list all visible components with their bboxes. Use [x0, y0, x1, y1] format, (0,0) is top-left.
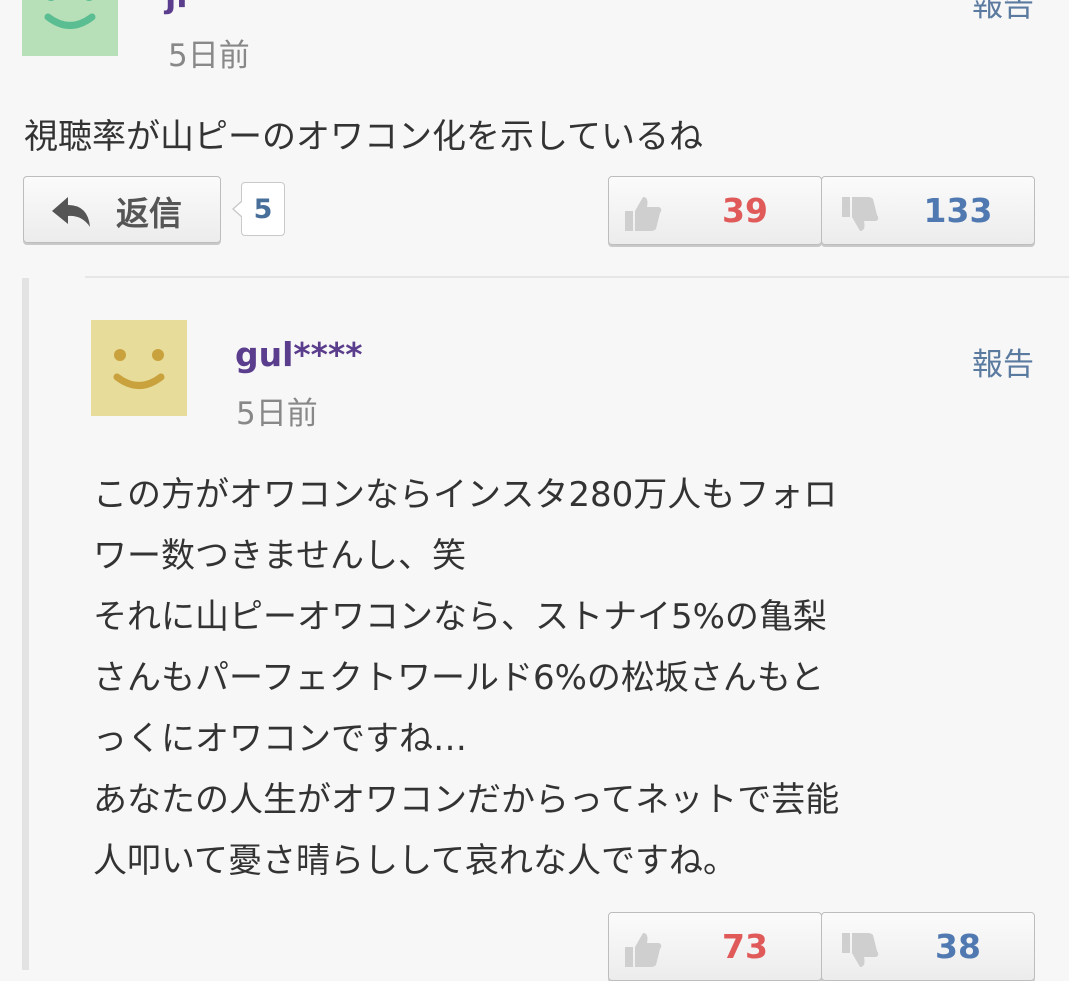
comment-text: 視聴率が山ピーのオワコン化を示しているね [24, 117, 703, 157]
dislike-button[interactable]: 38 [821, 912, 1035, 981]
dislike-count: 133 [923, 191, 993, 230]
reply-count-badge[interactable]: 5 [232, 182, 285, 236]
dislike-button[interactable]: 133 [821, 176, 1035, 245]
comment-text: この方がオワコンならインスタ280万人もフォロ ワー数つきませんし、笑 それに山… [93, 475, 840, 881]
like-button[interactable]: 39 [608, 176, 822, 245]
timestamp: 5日前 [236, 396, 318, 432]
reply-arrow-icon [52, 197, 90, 227]
like-count: 73 [722, 927, 768, 966]
dislike-count: 38 [935, 927, 981, 966]
like-count: 39 [722, 191, 768, 230]
smiley-avatar-icon [91, 320, 187, 416]
avatar[interactable] [91, 320, 187, 416]
report-link[interactable]: 報告 [972, 0, 1034, 25]
smiley-avatar-icon [22, 0, 118, 56]
reply-button[interactable]: 返信 [23, 176, 221, 243]
username[interactable]: ji* [165, 0, 205, 15]
avatar[interactable] [22, 0, 118, 56]
reply-label: 返信 [116, 194, 182, 233]
timestamp: 5日前 [168, 38, 250, 74]
divider [85, 276, 1069, 278]
like-button[interactable]: 73 [608, 912, 822, 981]
reply-thread-line [22, 278, 29, 970]
report-link[interactable]: 報告 [972, 339, 1034, 384]
username[interactable]: gul**** [235, 335, 362, 374]
